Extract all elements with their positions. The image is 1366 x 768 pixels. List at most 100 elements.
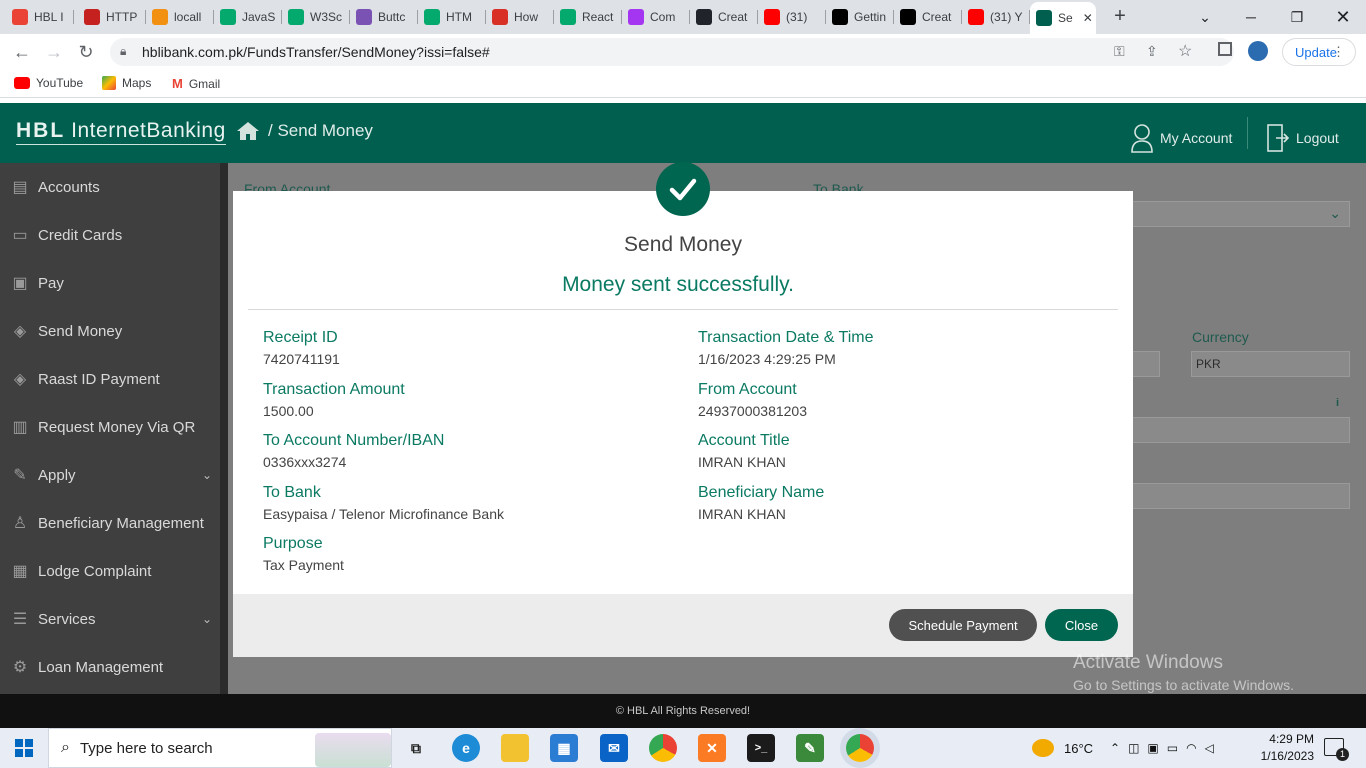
browser-tab[interactable]: W3Sc — [282, 4, 350, 30]
taskbar-search[interactable]: ⌕ Type here to search — [48, 728, 392, 768]
remarks-field[interactable] — [1132, 483, 1350, 509]
password-key-icon[interactable]: ⚿ — [1114, 43, 1125, 60]
sidebar-item-raast[interactable]: ◈ Raast ID Payment — [0, 355, 220, 403]
sidebar-item-credit-cards[interactable]: ▭ Credit Cards — [0, 211, 220, 259]
search-icon: ⌕ — [61, 739, 70, 756]
info-icon[interactable]: i — [1336, 397, 1339, 409]
browser-tab[interactable]: Gettin — [826, 4, 894, 30]
sidebar-item-beneficiary[interactable]: ♙ Beneficiary Management — [0, 499, 220, 547]
chrome-icon[interactable] — [649, 734, 677, 762]
chrome-active-icon[interactable] — [846, 734, 874, 762]
bookmark-maps[interactable]: Maps — [102, 76, 151, 90]
restore-icon[interactable]: ❐ — [1274, 0, 1320, 34]
sidebar-item-request-qr[interactable]: ▥ Request Money Via QR — [0, 403, 220, 451]
tab-search-icon[interactable]: ⌄ — [1182, 0, 1228, 34]
back-icon[interactable]: ← — [10, 40, 34, 64]
new-tab-icon[interactable]: + — [1110, 5, 1130, 29]
browser-tab[interactable]: locall — [146, 4, 214, 30]
person-icon: ♙ — [12, 515, 28, 532]
notepad-icon[interactable]: ✎ — [796, 734, 824, 762]
volume-icon[interactable]: ◁ — [1205, 741, 1214, 755]
system-clock[interactable]: 4:29 PM 1/16/2023 — [1254, 731, 1314, 765]
store-icon[interactable]: ▦ — [550, 734, 578, 762]
browser-tab[interactable]: Se ✕ — [1030, 2, 1096, 34]
receipt-id-field: Receipt ID 7420741191 — [263, 328, 340, 368]
browser-tab[interactable]: React — [554, 4, 622, 30]
hbl-logo[interactable]: HBL InternetBanking — [16, 119, 226, 145]
lock-icon[interactable]: 🔒︎ — [120, 44, 126, 59]
bookmark-gmail[interactable]: M Gmail — [172, 76, 220, 91]
url-text[interactable]: hblibank.com.pk/FundsTransfer/SendMoney?… — [142, 44, 490, 60]
close-button[interactable]: Close — [1045, 609, 1118, 641]
task-view-icon[interactable]: ⧉ — [402, 734, 430, 762]
page-footer: © HBL All Rights Reserved! — [0, 694, 1366, 728]
side-panel-icon[interactable] — [1218, 42, 1232, 56]
update-button[interactable]: Update ⋮ — [1282, 38, 1356, 66]
field-label: Account Title — [698, 432, 790, 449]
browser-tab[interactable]: HTTP — [78, 4, 146, 30]
omnibox[interactable]: 🔒︎ hblibank.com.pk/FundsTransfer/SendMon… — [110, 38, 1234, 66]
purpose-field[interactable] — [1132, 417, 1350, 443]
tab-label: HTTP — [106, 10, 138, 24]
weather-widget[interactable]: 16°C — [1032, 728, 1093, 768]
w3schools-icon — [220, 9, 236, 25]
display-icon[interactable]: ▣ — [1147, 741, 1158, 755]
logout-link[interactable]: Logout — [1266, 123, 1339, 153]
amount-field[interactable] — [1132, 351, 1160, 377]
windows-start-icon[interactable] — [0, 728, 48, 768]
schedule-payment-button[interactable]: Schedule Payment — [889, 609, 1037, 641]
field-label: To Bank — [263, 484, 321, 501]
browser-tab[interactable]: Com — [622, 4, 690, 30]
browser-tab[interactable]: HBL I — [6, 4, 74, 30]
sidebar-item-pay[interactable]: ▣ Pay — [0, 259, 220, 307]
pages-icon — [84, 9, 100, 25]
my-account-link[interactable]: My Account — [1130, 123, 1232, 153]
kebab-menu-icon[interactable]: ⋮ — [1332, 44, 1345, 60]
minimize-icon[interactable]: ─ — [1228, 0, 1274, 34]
bookmark-youtube[interactable]: YouTube — [14, 76, 83, 90]
field-label: To Account Number/IBAN — [263, 432, 445, 449]
xampp-icon[interactable]: ✕ — [698, 734, 726, 762]
sidebar-item-send-money[interactable]: ◈ Send Money — [0, 307, 220, 355]
to-bank-select[interactable]: ⌄ — [1132, 201, 1350, 227]
notification-icon[interactable]: 1 — [1324, 738, 1349, 761]
browser-tab[interactable]: (31) Y — [962, 4, 1030, 30]
wifi-icon[interactable]: ◠ — [1186, 741, 1196, 755]
edge-icon[interactable]: e — [452, 734, 480, 762]
sidebar-item-accounts[interactable]: ▤ Accounts — [0, 163, 220, 211]
browser-tab[interactable]: (31) — [758, 4, 826, 30]
header-divider — [1247, 117, 1248, 149]
sidebar: ▤ Accounts ▭ Credit Cards ▣ Pay ◈ Send Money… — [0, 163, 228, 694]
tray-up-icon[interactable]: ⌃ — [1110, 741, 1120, 755]
currency-field[interactable]: PKR — [1191, 351, 1350, 377]
sidebar-item-services[interactable]: ☰ Services ⌄ — [0, 595, 220, 643]
window-close-icon[interactable]: ✕ — [1320, 0, 1366, 34]
browser-tab[interactable]: Creat — [894, 4, 962, 30]
browser-tab[interactable]: Creat — [690, 4, 758, 30]
mail-icon[interactable]: ✉ — [600, 734, 628, 762]
file-explorer-icon[interactable] — [501, 734, 529, 762]
bookmark-star-icon[interactable]: ☆ — [1178, 41, 1192, 61]
browser-tab[interactable]: Buttc — [350, 4, 418, 30]
tab-label: Se — [1058, 11, 1073, 25]
battery-icon[interactable]: ▭ — [1167, 741, 1178, 755]
meet-icon[interactable]: ◫ — [1128, 741, 1139, 755]
home-icon[interactable] — [236, 121, 260, 141]
browser-tab[interactable]: HTM — [418, 4, 486, 30]
reload-icon[interactable]: ↻ — [74, 40, 98, 64]
browser-tab[interactable]: JavaS — [214, 4, 282, 30]
tab-close-icon[interactable]: ✕ — [1083, 11, 1093, 25]
system-tray[interactable]: ⌃ ◫ ▣ ▭ ◠ ◁ — [1110, 728, 1214, 768]
profile-avatar[interactable] — [1248, 41, 1268, 61]
person-icon — [1131, 124, 1153, 153]
share-icon[interactable]: ⇪ — [1146, 43, 1158, 60]
sidebar-item-apply[interactable]: ✎ Apply ⌄ — [0, 451, 220, 499]
browser-tab[interactable]: How — [486, 4, 554, 30]
sidebar-scrollbar[interactable] — [220, 163, 228, 694]
tab-label: Gettin — [854, 10, 887, 24]
sidebar-item-loan[interactable]: ⚙ Loan Management — [0, 643, 220, 691]
forward-icon[interactable]: → — [42, 40, 66, 64]
terminal-icon[interactable]: >_ — [747, 734, 775, 762]
field-value: 1500.00 — [263, 403, 314, 419]
sidebar-item-complaint[interactable]: ▦ Lodge Complaint — [0, 547, 220, 595]
